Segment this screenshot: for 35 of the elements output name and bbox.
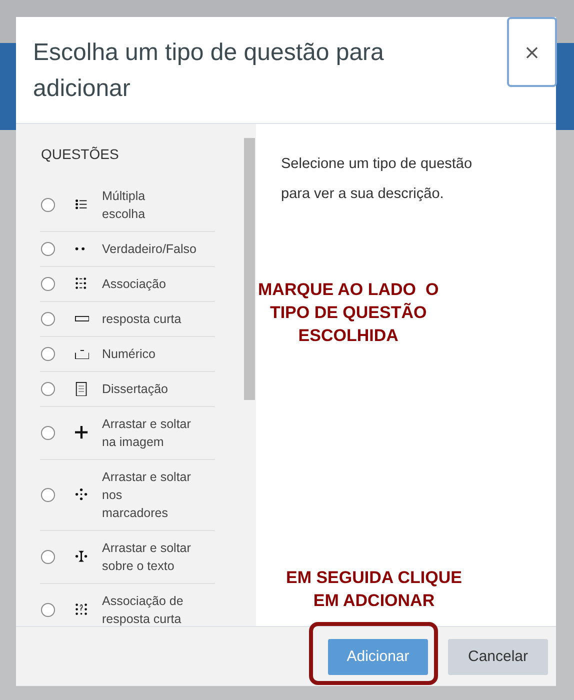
dialog-title: Escolha um tipo de questão para adicionar bbox=[32, 38, 385, 104]
question-type-label[interactable]: Arrastar e soltar nos marcadores bbox=[102, 468, 207, 522]
radio-button[interactable] bbox=[41, 277, 55, 291]
list-heading: QUESTÕES bbox=[40, 145, 120, 164]
move-arrows-icon bbox=[75, 550, 90, 564]
cancel-button[interactable]: Cancelar bbox=[448, 638, 548, 674]
close-button[interactable]: × bbox=[507, 17, 557, 87]
question-type-label[interactable]: Associação bbox=[102, 275, 207, 293]
radio-button[interactable] bbox=[41, 550, 55, 564]
radio-button[interactable] bbox=[41, 198, 55, 212]
question-type-label[interactable]: Múltipla escolha bbox=[102, 187, 207, 223]
dots-icon bbox=[75, 247, 85, 251]
radio-button[interactable] bbox=[41, 347, 55, 361]
annotation-text: EM SEGUIDA CLIQUE EM ADCIONAR bbox=[286, 567, 462, 612]
radio-button[interactable] bbox=[41, 603, 55, 617]
document-icon bbox=[75, 382, 90, 396]
radio-button[interactable] bbox=[41, 312, 55, 326]
radio-button[interactable] bbox=[41, 242, 55, 256]
number-box-icon bbox=[75, 350, 90, 358]
question-dots-icon bbox=[75, 602, 90, 618]
question-type-label[interactable]: Dissertação bbox=[102, 380, 207, 398]
question-type-label[interactable]: Numérico bbox=[102, 345, 207, 363]
radio-button[interactable] bbox=[41, 382, 55, 396]
question-type-label[interactable]: Associação de resposta curta bbox=[102, 592, 207, 626]
move-icon bbox=[75, 426, 90, 440]
annotation-text: MARQUE AO LADO O TIPO DE QUESTÃO ESCOLHIDA bbox=[258, 279, 439, 347]
question-type-label[interactable]: Arrastar e soltar na imagem bbox=[102, 415, 207, 451]
radio-button[interactable] bbox=[41, 488, 55, 502]
question-type-label[interactable]: resposta curta bbox=[102, 310, 207, 328]
move-dots-icon bbox=[75, 488, 90, 502]
question-type-label[interactable]: Arrastar e soltar sobre o texto bbox=[102, 539, 207, 575]
question-type-label[interactable]: Verdadeiro/Falso bbox=[102, 240, 207, 258]
radio-button[interactable] bbox=[41, 426, 55, 440]
description-text: Selecione um tipo de questão para ver a sua descrição. bbox=[280, 155, 474, 204]
text-box-icon bbox=[75, 316, 90, 322]
